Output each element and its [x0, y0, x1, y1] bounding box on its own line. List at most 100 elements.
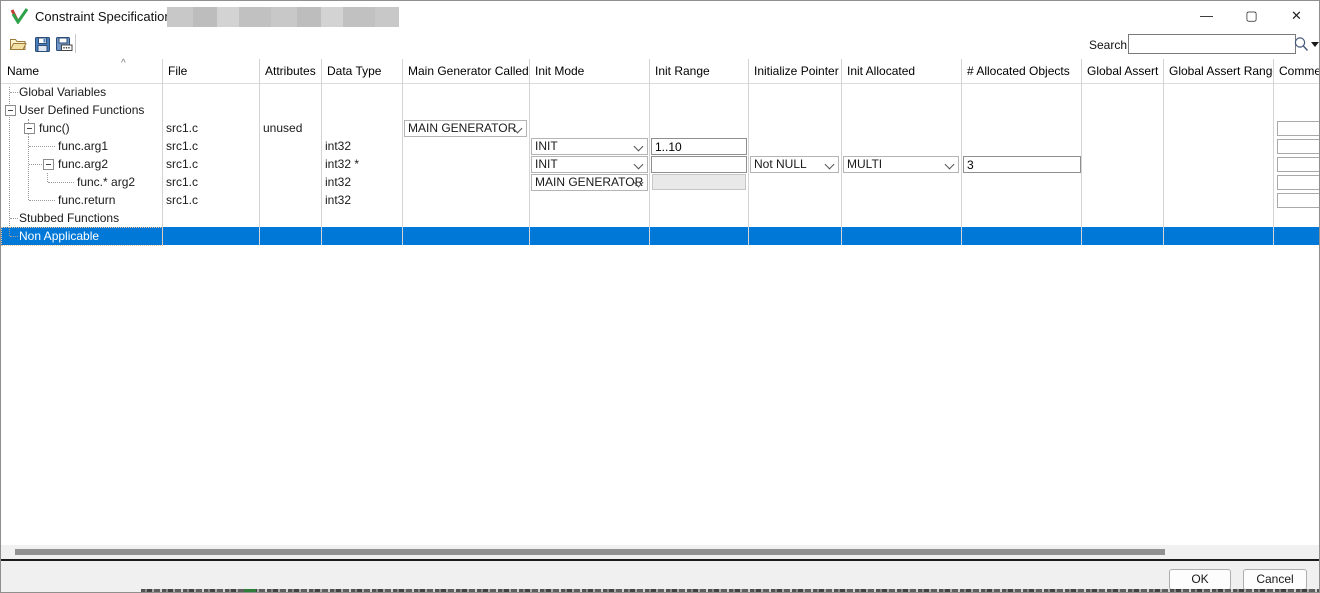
comment-input[interactable]: [1277, 157, 1320, 172]
chevron-down-icon: [825, 160, 835, 170]
col-header-comment[interactable]: Comment: [1273, 59, 1320, 83]
dropdown-value: MAIN GENERATOR: [408, 121, 516, 135]
search-icon: [1293, 35, 1310, 53]
horizontal-scrollbar-thumb[interactable]: [15, 549, 1165, 555]
col-header-initialize-pointer[interactable]: Initialize Pointer: [748, 59, 846, 83]
cancel-button[interactable]: Cancel: [1243, 569, 1307, 590]
maximize-button[interactable]: ▢: [1229, 1, 1274, 30]
dropdown-value: Not NULL: [754, 157, 807, 171]
dropdown-value: MAIN GENERATOR: [535, 175, 643, 189]
expander-func[interactable]: [24, 123, 35, 134]
tree-line: [48, 182, 74, 184]
gridline: [1163, 59, 1164, 245]
comment-input[interactable]: [1277, 139, 1320, 154]
redacted-title-text: [167, 7, 399, 27]
data-type-cell[interactable]: int32: [325, 137, 351, 155]
tree-row-global-variables[interactable]: Global Variables: [19, 83, 106, 101]
tree-row-func-deref-arg2[interactable]: func.* arg2: [77, 173, 135, 191]
search-button[interactable]: [1293, 35, 1310, 53]
col-header-global-assert-range[interactable]: Global Assert Range: [1163, 59, 1278, 83]
col-header-name[interactable]: Name: [1, 59, 167, 83]
col-header-file[interactable]: File: [162, 59, 264, 83]
open-file-button[interactable]: [7, 33, 29, 55]
close-button[interactable]: ✕: [1274, 1, 1319, 30]
gridline: [1081, 59, 1082, 245]
file-cell[interactable]: src1.c: [166, 191, 198, 209]
init-range-input-arg1[interactable]: [651, 138, 747, 155]
tree-row-func-arg2[interactable]: func.arg2: [58, 155, 108, 173]
initialize-pointer-dropdown[interactable]: Not NULL: [750, 156, 839, 173]
constraint-grid: Name ^ File Attributes Data Type Main Ge…: [1, 59, 1319, 545]
data-type-cell[interactable]: int32 *: [325, 155, 359, 173]
expander-user-defined-functions[interactable]: [5, 105, 16, 116]
expander-func-arg2[interactable]: [43, 159, 54, 170]
col-header-init-mode[interactable]: Init Mode: [529, 59, 654, 83]
file-cell[interactable]: src1.c: [166, 173, 198, 191]
chevron-down-icon: [634, 160, 644, 170]
dropdown-value: MULTI: [847, 157, 882, 171]
open-file-icon: [9, 36, 27, 52]
init-range-disabled-box: [652, 174, 746, 190]
tree-line: [29, 164, 42, 166]
tree-row-stubbed-functions[interactable]: Stubbed Functions: [19, 209, 119, 227]
col-header-attributes[interactable]: Attributes: [259, 59, 326, 83]
constraint-specification-window: Constraint Specification - — ▢ ✕: [0, 0, 1320, 593]
gridline: [321, 59, 322, 245]
allocated-objects-input[interactable]: [963, 156, 1081, 173]
attributes-cell[interactable]: unused: [263, 119, 302, 137]
tree-row-func[interactable]: func(): [39, 119, 70, 137]
data-type-cell[interactable]: int32: [325, 173, 351, 191]
tree-line: [10, 92, 18, 94]
save-button[interactable]: [31, 33, 53, 55]
chevron-down-icon: [634, 142, 644, 152]
col-header-init-allocated[interactable]: Init Allocated: [841, 59, 966, 83]
col-header-data-type[interactable]: Data Type: [321, 59, 407, 83]
init-allocated-dropdown[interactable]: MULTI: [843, 156, 959, 173]
gridline: [259, 59, 260, 245]
search-label: Search: [1089, 38, 1127, 52]
tree-line: [29, 146, 55, 148]
save-as-icon: [55, 36, 73, 53]
ok-button[interactable]: OK: [1169, 569, 1231, 590]
col-header-global-assert[interactable]: Global Assert: [1081, 59, 1168, 83]
tree-row-func-return[interactable]: func.return: [58, 191, 115, 209]
search-input[interactable]: [1128, 34, 1296, 54]
background-window-artifact: [141, 589, 1319, 593]
tree-line: [29, 200, 55, 202]
gridline: [1273, 59, 1274, 245]
tree-line: [47, 173, 49, 182]
comment-input[interactable]: [1277, 193, 1320, 208]
data-type-cell[interactable]: int32: [325, 191, 351, 209]
tree-row-user-defined-functions[interactable]: User Defined Functions: [19, 101, 144, 119]
minimize-button[interactable]: —: [1184, 1, 1229, 30]
background-window-artifact: [244, 589, 256, 593]
gridline: [649, 59, 650, 245]
selected-cell-focus: [1, 227, 163, 246]
gridline: [748, 59, 749, 245]
tree-line: [10, 218, 18, 220]
save-as-button[interactable]: [53, 33, 75, 55]
col-header-allocated-objects[interactable]: # Allocated Objects: [961, 59, 1086, 83]
gridline: [961, 59, 962, 245]
gridline: [162, 59, 163, 245]
dropdown-value: INIT: [535, 139, 558, 153]
header-divider: [1, 83, 1320, 84]
save-icon: [34, 36, 51, 53]
file-cell[interactable]: src1.c: [166, 119, 198, 137]
init-mode-dropdown-arg1[interactable]: INIT: [531, 138, 648, 155]
dropdown-value: INIT: [535, 157, 558, 171]
search-options-arrow-icon[interactable]: [1311, 42, 1319, 47]
col-header-init-range[interactable]: Init Range: [649, 59, 753, 83]
main-generator-called-dropdown[interactable]: MAIN GENERATOR: [404, 120, 527, 137]
comment-input[interactable]: [1277, 121, 1320, 136]
selected-row-highlight: [1, 227, 1320, 245]
file-cell[interactable]: src1.c: [166, 155, 198, 173]
col-header-main-generator-called[interactable]: Main Generator Called: [402, 59, 534, 83]
chevron-down-icon: [945, 160, 955, 170]
init-mode-dropdown-arg2[interactable]: INIT: [531, 156, 648, 173]
init-mode-dropdown-deref-arg2[interactable]: MAIN GENERATOR: [531, 174, 648, 191]
comment-input[interactable]: [1277, 175, 1320, 190]
init-range-input-arg2[interactable]: [651, 156, 747, 173]
file-cell[interactable]: src1.c: [166, 137, 198, 155]
tree-row-func-arg1[interactable]: func.arg1: [58, 137, 108, 155]
